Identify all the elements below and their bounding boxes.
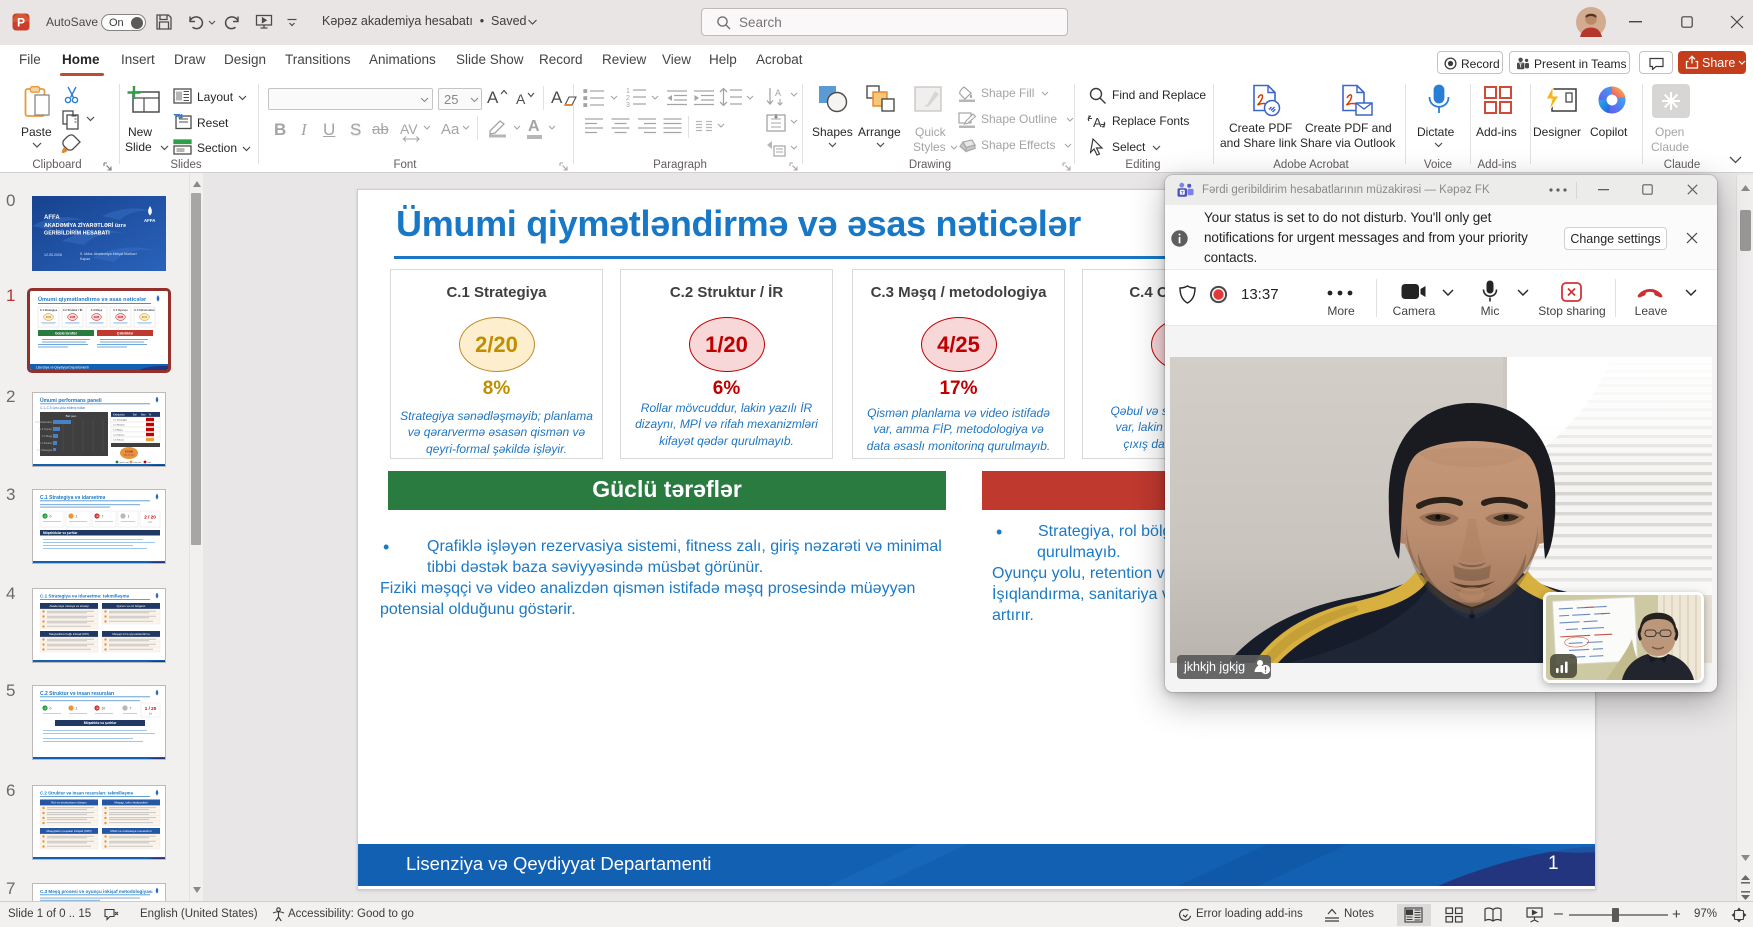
svg-text:C.5 İnfrastr.: C.5 İnfrastr. [113, 439, 125, 442]
svg-text:✕: ✕ [96, 514, 99, 518]
svg-text:P: P [17, 16, 25, 30]
svg-text:A: A [1093, 115, 1102, 130]
svg-text:zəif: zəif [148, 462, 152, 464]
svg-text:C.1 Strategiya və idarəetmə: t: C.1 Strategiya və idarəetmə: təkmilləşmə [40, 594, 130, 599]
svg-text:Ümumi performans paneli: Ümumi performans paneli [40, 397, 102, 404]
svg-text:1: 1 [76, 515, 78, 519]
svg-text:1: 1 [626, 88, 630, 95]
svg-text:0: 0 [50, 707, 52, 711]
svg-text:C.1 Strategiya: C.1 Strategiya [37, 449, 53, 452]
svg-text:Güclü tərəflər: Güclü tərəflər [55, 331, 78, 335]
svg-text:AFFA: AFFA [144, 218, 156, 223]
svg-text:C.1–C.5 üzrə əldə edilmiş ball: C.1–C.5 üzrə əldə edilmiş ballar [40, 406, 86, 410]
svg-text:✕: ✕ [96, 706, 99, 710]
svg-text:5/25: 5/25 [118, 315, 124, 319]
svg-text:2 / 20: 2 / 20 [144, 515, 156, 520]
svg-text:C.3 Məşq: C.3 Məşq [91, 308, 103, 312]
svg-text:AKADƏMİYA ZİYARƏTLƏRİ üzrə: AKADƏMİYA ZİYARƏTLƏRİ üzrə [44, 222, 126, 229]
svg-text:GERİBİLDİRİM HESABATI: GERİBİLDİRİM HESABATI [44, 230, 110, 237]
svg-text:C.2 Struktur və insan resursla: C.2 Struktur və insan resursları: təkmil… [40, 791, 134, 796]
svg-text:2: 2 [626, 95, 630, 102]
svg-text:10: 10 [102, 707, 106, 711]
svg-text:C.2 Struktur: C.2 Struktur [39, 442, 52, 445]
svg-text:0: 0 [50, 515, 52, 519]
svg-text:Ümumi bal: Ümumi bal [124, 453, 135, 456]
svg-text:4/25: 4/25 [94, 315, 100, 319]
svg-text:✓: ✓ [44, 514, 47, 518]
svg-text:1: 1 [128, 515, 130, 519]
svg-text:15/100: 15/100 [125, 449, 133, 453]
svg-text:1: 1 [76, 707, 78, 711]
svg-text:1/20: 1/20 [70, 315, 76, 319]
svg-text:Rol və strukturların dizaynı: Rol və strukturların dizaynı [51, 801, 87, 805]
svg-text:Məşqçi, təlim fəaliyyətləri: Məşqçi, təlim fəaliyyətləri [114, 801, 148, 805]
svg-text:Max: Max [141, 414, 146, 417]
svg-text:C.3 Məşq prosesi və oyunçu ink: C.3 Məşq prosesi və oyunçu inkişaf metod… [40, 889, 153, 894]
svg-text:Müşahidələr və şərhlər: Müşahidələr və şərhlər [43, 531, 78, 535]
svg-text:3: 3 [626, 102, 630, 107]
svg-text:bal: bal [148, 521, 152, 524]
svg-text:Rifah və motivasiya mexanizmi: Rifah və motivasiya mexanizmi [110, 829, 152, 833]
svg-text:Çətinliklər: Çətinliklər [117, 331, 134, 335]
svg-text:C.1 Strategiya: C.1 Strategiya [113, 419, 128, 422]
svg-text:2/20: 2/20 [46, 315, 52, 319]
svg-text:C.4 Oyunçu: C.4 Oyunçu [113, 435, 125, 437]
svg-text:C.3 Məşq: C.3 Məşq [42, 435, 53, 438]
svg-text:Qurum və rol bölgüsü: Qurum və rol bölgüsü [117, 604, 146, 608]
svg-text:C.2 Struktur və insan resursla: C.2 Struktur və insan resursları [40, 691, 115, 697]
svg-text:Məqsədlərə bağlı inkişaf (KPI): Məqsədlərə bağlı inkişaf (KPI) [49, 632, 89, 636]
svg-text:3/10: 3/10 [142, 315, 148, 319]
svg-text:C.1 Strategiya: C.1 Strategiya [40, 308, 58, 312]
svg-text:✓: ✓ [44, 706, 47, 710]
svg-text:Lisenziya və Qeydiyyat Departa: Lisenziya və Qeydiyyat Departamenti [36, 366, 89, 370]
svg-text:12.05.2026: 12.05.2026 [44, 253, 62, 257]
svg-text:Kateqoriya: Kateqoriya [113, 414, 125, 417]
svg-text:7: 7 [130, 707, 132, 711]
svg-text:1 / 20: 1 / 20 [145, 706, 157, 711]
svg-text:C.3 Məşq: C.3 Məşq [113, 430, 123, 432]
svg-text:C.4 Oyunçu: C.4 Oyunçu [113, 308, 128, 312]
svg-text:Məşqçilərin peşəkar inkişafı (: Məşqçilərin peşəkar inkişafı (MPI) [46, 829, 91, 833]
svg-text:Ümumi qiymətləndirmə və əsas n: Ümumi qiymətləndirmə və əsas nəticələr [38, 296, 147, 303]
svg-text:bal: bal [149, 713, 153, 716]
svg-text:AFFA: AFFA [44, 215, 60, 221]
svg-text:C.2 Struktur: C.2 Struktur [113, 424, 125, 427]
svg-text:C.1 Strategiya və idarəetmə: C.1 Strategiya və idarəetmə [40, 495, 106, 501]
svg-text:Bal payı: Bal payı [66, 414, 77, 418]
svg-text:5. İddıa: Akademiya İnkişaf Mə: 5. İddıa: Akademiya İnkişaf Mərkəzi [80, 251, 137, 256]
svg-text:güclü zəif: güclü zəif [120, 462, 130, 464]
svg-text:orta zəif: orta zəif [134, 461, 142, 464]
svg-text:Məşqçi üzrə qiymətləndirmə: Məşqçi üzrə qiymətləndirmə [112, 632, 150, 636]
svg-text:Kəpəz: Kəpəz [80, 257, 90, 261]
svg-text:Müşahidə və şərhlər: Müşahidə və şərhlər [84, 721, 117, 725]
svg-text:C.4 Oyunçu: C.4 Oyunçu [39, 428, 52, 431]
svg-text:Akademiya missiya və strateji: Akademiya missiya və strateji [49, 604, 89, 608]
svg-text:A: A [775, 88, 781, 98]
svg-text:Bal: Bal [133, 414, 137, 417]
svg-text:C.5 İnfrastruktur: C.5 İnfrastruktur [35, 421, 52, 424]
svg-text:7: 7 [102, 515, 104, 519]
svg-text:T: T [1181, 190, 1184, 195]
